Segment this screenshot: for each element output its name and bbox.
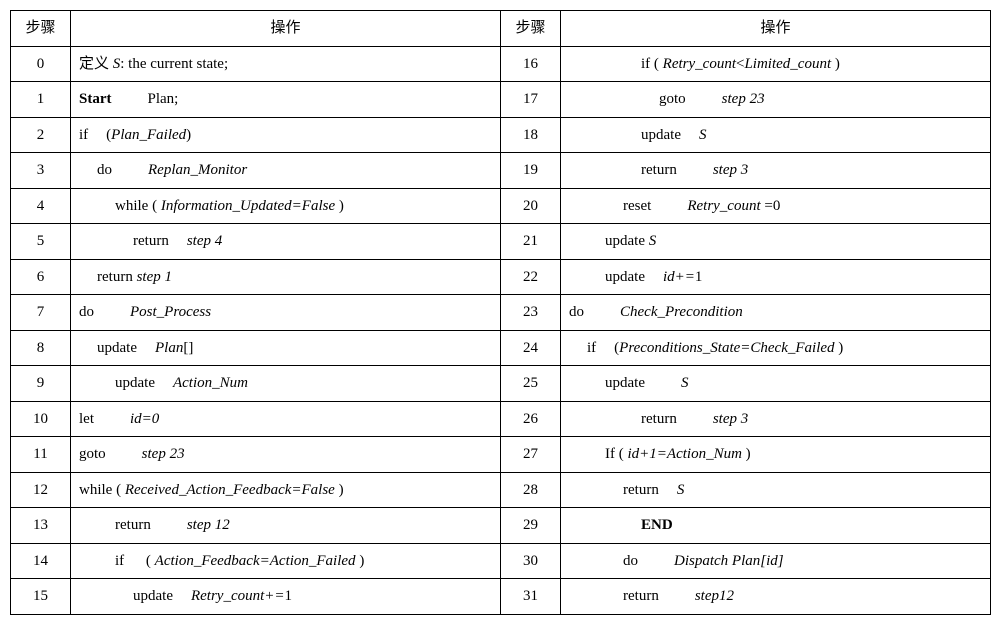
operation-left: return step 1: [71, 259, 501, 295]
operation-left: if ( Action_Feedback=Action_Failed ): [71, 543, 501, 579]
step-number-left: 11: [11, 437, 71, 473]
step-number-left: 5: [11, 224, 71, 260]
step-number-right: 29: [501, 508, 561, 544]
step-number-left: 8: [11, 330, 71, 366]
table-row: 8updatePlan[]24if(Preconditions_State=Ch…: [11, 330, 991, 366]
step-number-left: 1: [11, 82, 71, 118]
step-number-left: 3: [11, 153, 71, 189]
operation-left: doPost_Process: [71, 295, 501, 331]
table-row: 6return step 122updateid+=1: [11, 259, 991, 295]
step-number-right: 26: [501, 401, 561, 437]
operation-left: updatePlan[]: [71, 330, 501, 366]
operation-right: updateS: [561, 366, 991, 402]
step-number-right: 31: [501, 579, 561, 615]
table-row: 10letid=026returnstep 3: [11, 401, 991, 437]
step-number-right: 28: [501, 472, 561, 508]
step-number-right: 23: [501, 295, 561, 331]
table-row: 13returnstep 1229END: [11, 508, 991, 544]
operation-right: if(Preconditions_State=Check_Failed ): [561, 330, 991, 366]
table-row: 7doPost_Process23doCheck_Precondition: [11, 295, 991, 331]
table-header-row: 步骤 操作 步骤 操作: [11, 11, 991, 47]
operation-left: updateAction_Num: [71, 366, 501, 402]
operation-left: doReplan_Monitor: [71, 153, 501, 189]
step-number-left: 10: [11, 401, 71, 437]
operation-left: while ( Information_Updated=False ): [71, 188, 501, 224]
step-number-left: 9: [11, 366, 71, 402]
operation-left: StartPlan;: [71, 82, 501, 118]
operation-left: updateRetry_count+=1: [71, 579, 501, 615]
step-number-left: 7: [11, 295, 71, 331]
operation-left: returnstep 12: [71, 508, 501, 544]
step-number-right: 21: [501, 224, 561, 260]
operation-right: update S: [561, 224, 991, 260]
operation-left: if(Plan_Failed): [71, 117, 501, 153]
step-number-right: 27: [501, 437, 561, 473]
step-number-left: 12: [11, 472, 71, 508]
pseudocode-table: 步骤 操作 步骤 操作 0定义 S: the current state;16i…: [10, 10, 991, 615]
operation-left: letid=0: [71, 401, 501, 437]
header-step-right: 步骤: [501, 11, 561, 47]
operation-left: gotostep 23: [71, 437, 501, 473]
operation-right: if ( Retry_count<Limited_count ): [561, 46, 991, 82]
operation-right: doCheck_Precondition: [561, 295, 991, 331]
table-row: 0定义 S: the current state;16if ( Retry_co…: [11, 46, 991, 82]
step-number-left: 4: [11, 188, 71, 224]
step-number-left: 13: [11, 508, 71, 544]
header-op-right: 操作: [561, 11, 991, 47]
step-number-right: 19: [501, 153, 561, 189]
table-row: 1StartPlan;17gotostep 23: [11, 82, 991, 118]
step-number-left: 15: [11, 579, 71, 615]
operation-right: updateid+=1: [561, 259, 991, 295]
header-step-left: 步骤: [11, 11, 71, 47]
operation-right: returnstep12: [561, 579, 991, 615]
step-number-right: 25: [501, 366, 561, 402]
operation-left: returnstep 4: [71, 224, 501, 260]
step-number-left: 6: [11, 259, 71, 295]
table-row: 12while ( Received_Action_Feedback=False…: [11, 472, 991, 508]
operation-left: 定义 S: the current state;: [71, 46, 501, 82]
table-row: 9updateAction_Num25updateS: [11, 366, 991, 402]
operation-right: doDispatch Plan[id]: [561, 543, 991, 579]
step-number-right: 30: [501, 543, 561, 579]
table-row: 5returnstep 421update S: [11, 224, 991, 260]
header-op-left: 操作: [71, 11, 501, 47]
step-number-right: 20: [501, 188, 561, 224]
step-number-right: 18: [501, 117, 561, 153]
step-number-right: 16: [501, 46, 561, 82]
table-row: 14if ( Action_Feedback=Action_Failed )30…: [11, 543, 991, 579]
operation-left: while ( Received_Action_Feedback=False ): [71, 472, 501, 508]
step-number-left: 14: [11, 543, 71, 579]
step-number-left: 2: [11, 117, 71, 153]
operation-right: END: [561, 508, 991, 544]
step-number-right: 22: [501, 259, 561, 295]
table-row: 4while ( Information_Updated=False )20re…: [11, 188, 991, 224]
table-row: 11gotostep 2327If ( id+1=Action_Num ): [11, 437, 991, 473]
step-number-right: 24: [501, 330, 561, 366]
operation-right: returnstep 3: [561, 153, 991, 189]
operation-right: gotostep 23: [561, 82, 991, 118]
table-row: 15updateRetry_count+=131returnstep12: [11, 579, 991, 615]
operation-right: updateS: [561, 117, 991, 153]
step-number-right: 17: [501, 82, 561, 118]
operation-right: returnS: [561, 472, 991, 508]
operation-right: returnstep 3: [561, 401, 991, 437]
table-row: 3doReplan_Monitor19returnstep 3: [11, 153, 991, 189]
table-row: 2if(Plan_Failed)18updateS: [11, 117, 991, 153]
step-number-left: 0: [11, 46, 71, 82]
operation-right: If ( id+1=Action_Num ): [561, 437, 991, 473]
operation-right: resetRetry_count =0: [561, 188, 991, 224]
